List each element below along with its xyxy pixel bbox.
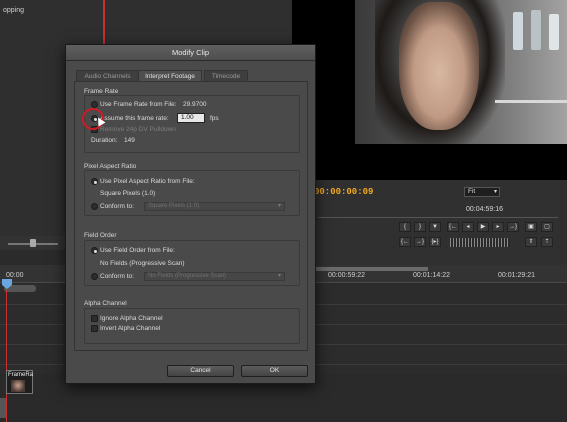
ignore-alpha-checkbox[interactable]: [91, 315, 98, 322]
playhead-line: [6, 290, 7, 422]
use-file-field-order-radio[interactable]: [91, 247, 98, 254]
lift-icon[interactable]: ⇑: [525, 237, 537, 247]
zoom-select[interactable]: Fit: [464, 187, 500, 197]
monitor-ruler[interactable]: [318, 212, 558, 218]
remove-pulldown-label: Remove 24p DV Pulldown: [100, 126, 176, 133]
goto-out-point-icon[interactable]: →}: [414, 237, 426, 247]
video-frame: [355, 0, 567, 144]
use-file-field-order-label: Use Field Order from File:: [100, 247, 175, 254]
dialog-title[interactable]: Modify Clip: [66, 45, 315, 61]
clip-thumbnail: [11, 380, 25, 392]
step-back-icon[interactable]: ◂: [462, 222, 474, 232]
mark-out-icon[interactable]: }: [414, 222, 426, 232]
duration-label: Duration:: [91, 137, 118, 144]
goto-in-point-icon[interactable]: {←: [399, 237, 411, 247]
program-timecode[interactable]: 00:00:00:09: [314, 187, 373, 197]
assume-rate-label: Assume this frame rate:: [100, 115, 169, 122]
play-in-to-out-icon[interactable]: {▸}: [429, 237, 441, 247]
use-file-par-radio[interactable]: [91, 178, 98, 185]
conform-field-order-radio[interactable]: [91, 273, 98, 280]
conform-par-radio[interactable]: [91, 203, 98, 210]
jog-shuttle[interactable]: [450, 238, 510, 247]
source-playhead-line: [103, 0, 105, 46]
work-area-bar[interactable]: [300, 267, 428, 271]
file-par-value: Square Pixels (1.0): [100, 190, 156, 197]
ignore-alpha-label: Ignore Alpha Channel: [100, 315, 163, 322]
safe-margins-icon[interactable]: ▢: [541, 222, 553, 232]
frame-rate-heading: Frame Rate: [84, 88, 119, 95]
use-file-rate-radio[interactable]: [91, 101, 98, 108]
conform-par-label: Conform to:: [100, 203, 134, 210]
timeline-clip[interactable]: [0, 398, 6, 418]
frame-rate-input[interactable]: 1.00: [177, 113, 205, 123]
slider-knob[interactable]: [30, 239, 36, 247]
ruler-timecode: 00:00: [6, 272, 24, 279]
pixel-aspect-heading: Pixel Aspect Ratio: [84, 163, 137, 170]
extract-icon[interactable]: ⇡: [541, 237, 553, 247]
conform-field-order-select[interactable]: No Fields (Progressive Scan): [144, 272, 285, 281]
shelf: [495, 100, 567, 103]
ok-button[interactable]: OK: [241, 365, 308, 377]
source-zoom-slider[interactable]: [0, 236, 70, 250]
export-frame-icon[interactable]: ▣: [525, 222, 537, 232]
goto-in-icon[interactable]: {←: [447, 222, 459, 232]
file-field-order-value: No Fields (Progressive Scan): [100, 260, 185, 267]
shelf-bottle: [513, 12, 523, 50]
invert-alpha-checkbox[interactable]: [91, 325, 98, 332]
step-forward-icon[interactable]: ▸: [492, 222, 504, 232]
fps-unit-label: fps: [210, 115, 219, 122]
conform-par-select[interactable]: Square Pixels (1.0): [144, 202, 285, 211]
duration-value: 149: [124, 137, 135, 144]
shelf-bottle: [549, 14, 559, 50]
timeline-clip[interactable]: FrameRa: [6, 370, 33, 394]
invert-alpha-label: Invert Alpha Channel: [100, 325, 161, 332]
cancel-button[interactable]: Cancel: [167, 365, 234, 377]
ruler-timecode: 00:01:14:22: [413, 272, 450, 279]
set-marker-icon[interactable]: ▼: [429, 222, 441, 232]
ruler-timecode: 00:01:29:21: [498, 272, 535, 279]
conform-field-order-label: Conform to:: [100, 273, 134, 280]
field-order-heading: Field Order: [84, 232, 117, 239]
goto-out-icon[interactable]: →}: [507, 222, 519, 232]
clip-label: FrameRa: [8, 372, 34, 378]
file-frame-rate-value: 29.9700: [183, 101, 207, 108]
play-icon[interactable]: ▶: [477, 222, 489, 232]
use-file-rate-label: Use Frame Rate from File:: [100, 101, 177, 108]
project-panel-label: opping: [3, 7, 25, 14]
shelf-bottle: [531, 10, 541, 50]
subject-face: [399, 2, 479, 130]
ruler-timecode: 00:00:59:22: [328, 272, 365, 279]
mark-in-icon[interactable]: {: [399, 222, 411, 232]
use-file-par-label: Use Pixel Aspect Ratio from File:: [100, 178, 195, 185]
alpha-heading: Alpha Channel: [84, 300, 127, 307]
